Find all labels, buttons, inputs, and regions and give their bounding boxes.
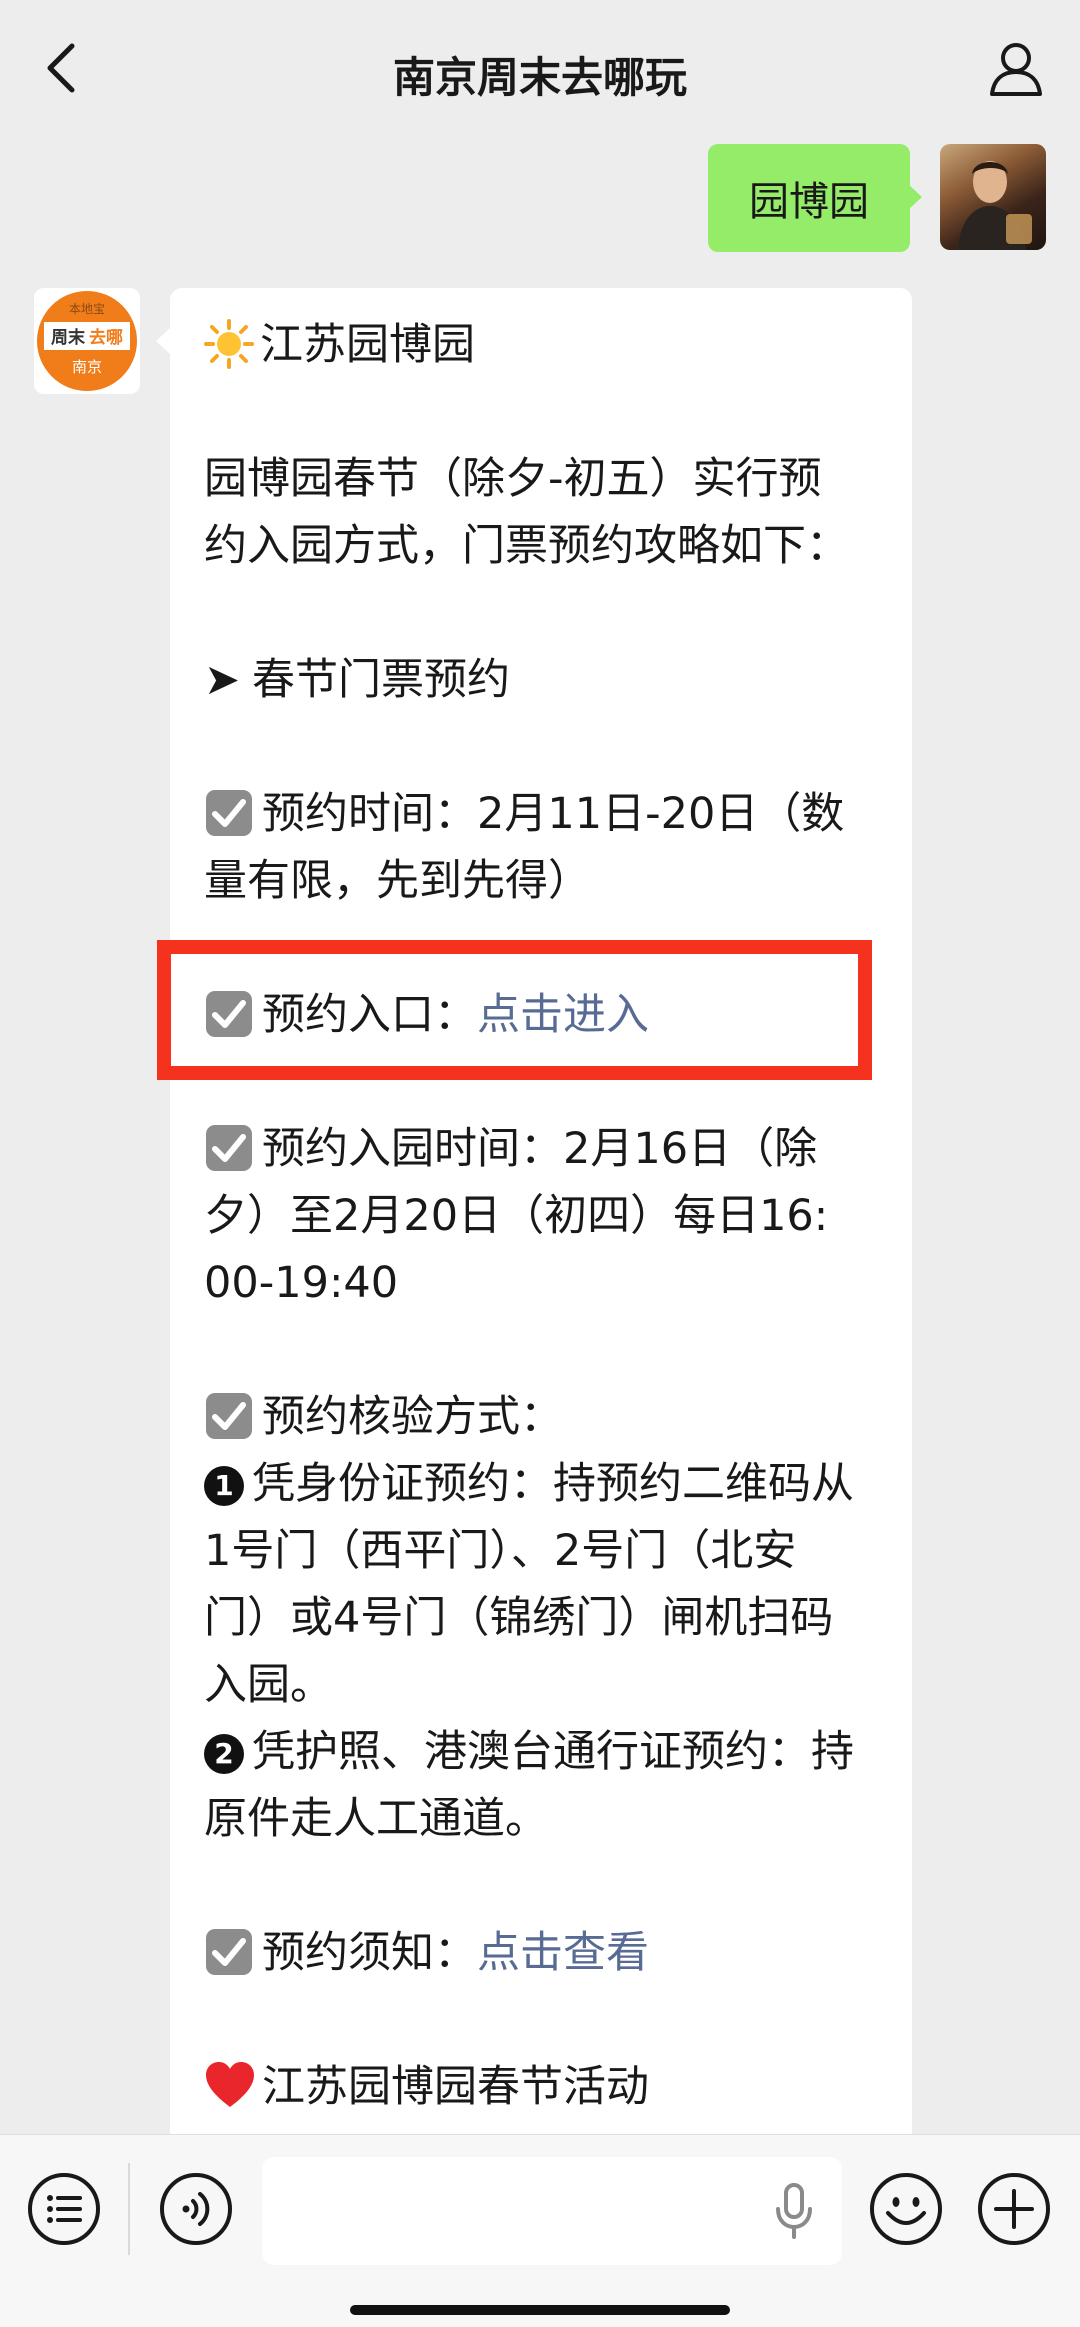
verify-1-line-c: 门）或4号门（锦绣门）闸机扫码	[204, 1593, 834, 1643]
verify-1-line-d: 入园。	[204, 1660, 333, 1710]
user-avatar[interactable]	[940, 144, 1046, 250]
activity-line: 江苏园博园春节活动	[204, 2054, 884, 2121]
entry-time-text: 预约入园时间：2月16日（除	[262, 1124, 818, 1174]
sent-bubble-tail	[908, 184, 922, 210]
message-heading: 江苏园博园	[260, 320, 475, 370]
intro-line-1: 园博园春节（除夕-初五）实行预	[204, 454, 822, 504]
checkbox-icon	[206, 1929, 252, 1975]
verify-1-text: 凭身份证预约：持预约二维码从	[252, 1459, 854, 1509]
entry-time-line-1: 预约入园时间：2月16日（除	[204, 1116, 884, 1183]
bar-divider	[128, 2163, 130, 2255]
notice-link[interactable]: 点击查看	[477, 1928, 649, 1978]
booking-time-line-1: 预约时间：2月11日-20日（数	[204, 781, 884, 848]
logo-brand-b: 去哪	[89, 327, 123, 348]
microphone-icon[interactable]	[772, 2181, 816, 2241]
number-2-icon: 2	[204, 1734, 244, 1774]
checkbox-icon	[206, 790, 252, 836]
list-icon[interactable]	[26, 2171, 102, 2247]
heart-icon	[206, 2062, 254, 2107]
checkbox-icon	[206, 1125, 252, 1171]
logo-top-text: 本地宝	[69, 302, 105, 316]
checkbox-icon	[206, 1393, 252, 1439]
number-1-icon: 1	[204, 1466, 244, 1506]
verify-1-line-b: 1号门（西平门）、2号门（北安	[204, 1526, 797, 1576]
message-input[interactable]	[262, 2157, 842, 2265]
section-heading-line: ➤ 春节门票预约	[204, 647, 884, 714]
highlight-box	[157, 940, 872, 1080]
verify-title-line: 预约核验方式：	[204, 1384, 884, 1451]
notice-line: 预约须知：点击查看	[204, 1920, 884, 1987]
home-indicator[interactable]	[350, 2305, 730, 2315]
received-bubble-tail	[156, 328, 170, 354]
message-heading-line: 江苏园博园	[204, 312, 884, 379]
verify-2-text: 凭护照、港澳台通行证预约：持	[252, 1727, 854, 1777]
booking-time-text: 预约时间：2月11日-20日（数	[262, 789, 845, 839]
intro-line-2: 约入园方式，门票预约攻略如下：	[204, 521, 849, 571]
activity-text: 江苏园博园春节活动	[262, 2062, 649, 2112]
input-bar	[0, 2134, 1080, 2327]
user-avatar-photo	[958, 161, 1032, 250]
message-content: 江苏园博园 园博园春节（除夕-初五）实行预 约入园方式，门票预约攻略如下： ➤ 春…	[204, 312, 884, 2121]
verify-title: 预约核验方式：	[262, 1392, 563, 1442]
account-logo: 本地宝 周末 去哪 南京	[37, 291, 137, 391]
received-message-bubble[interactable]: 江苏园博园 园博园春节（除夕-初五）实行预 约入园方式，门票预约攻略如下： ➤ 春…	[170, 288, 912, 2148]
person-icon[interactable]	[986, 38, 1046, 98]
verify-1-line-a: 1 凭身份证预约：持预约二维码从	[204, 1451, 884, 1518]
notice-label: 预约须知：	[262, 1928, 477, 1978]
verify-2-line-b: 原件走人工通道。	[204, 1794, 548, 1844]
emoji-icon[interactable]	[868, 2171, 944, 2247]
arrow-icon: ➤	[204, 655, 241, 705]
sun-icon	[204, 319, 254, 369]
chat-title: 南京周末去哪玩	[392, 53, 687, 102]
booking-time-line-2: 量有限，先到先得）	[204, 856, 591, 906]
entry-time-line-2: 夕）至2月20日（初四）每日16:	[204, 1191, 829, 1241]
logo-city: 南京	[72, 358, 102, 376]
voice-icon[interactable]	[158, 2171, 234, 2247]
chat-header: 南京周末去哪玩	[0, 0, 1080, 140]
sent-message-bubble[interactable]: 园博园	[708, 144, 910, 252]
section-heading: 春节门票预约	[252, 655, 511, 705]
plus-icon[interactable]	[976, 2171, 1052, 2247]
sent-message-text: 园博园	[749, 179, 869, 225]
account-avatar[interactable]: 本地宝 周末 去哪 南京	[34, 288, 140, 394]
logo-brand-a: 周末	[51, 327, 86, 348]
entry-time-line-3: 00-19:40	[204, 1258, 399, 1308]
verify-2-line-a: 2 凭护照、港澳台通行证预约：持	[204, 1719, 884, 1786]
